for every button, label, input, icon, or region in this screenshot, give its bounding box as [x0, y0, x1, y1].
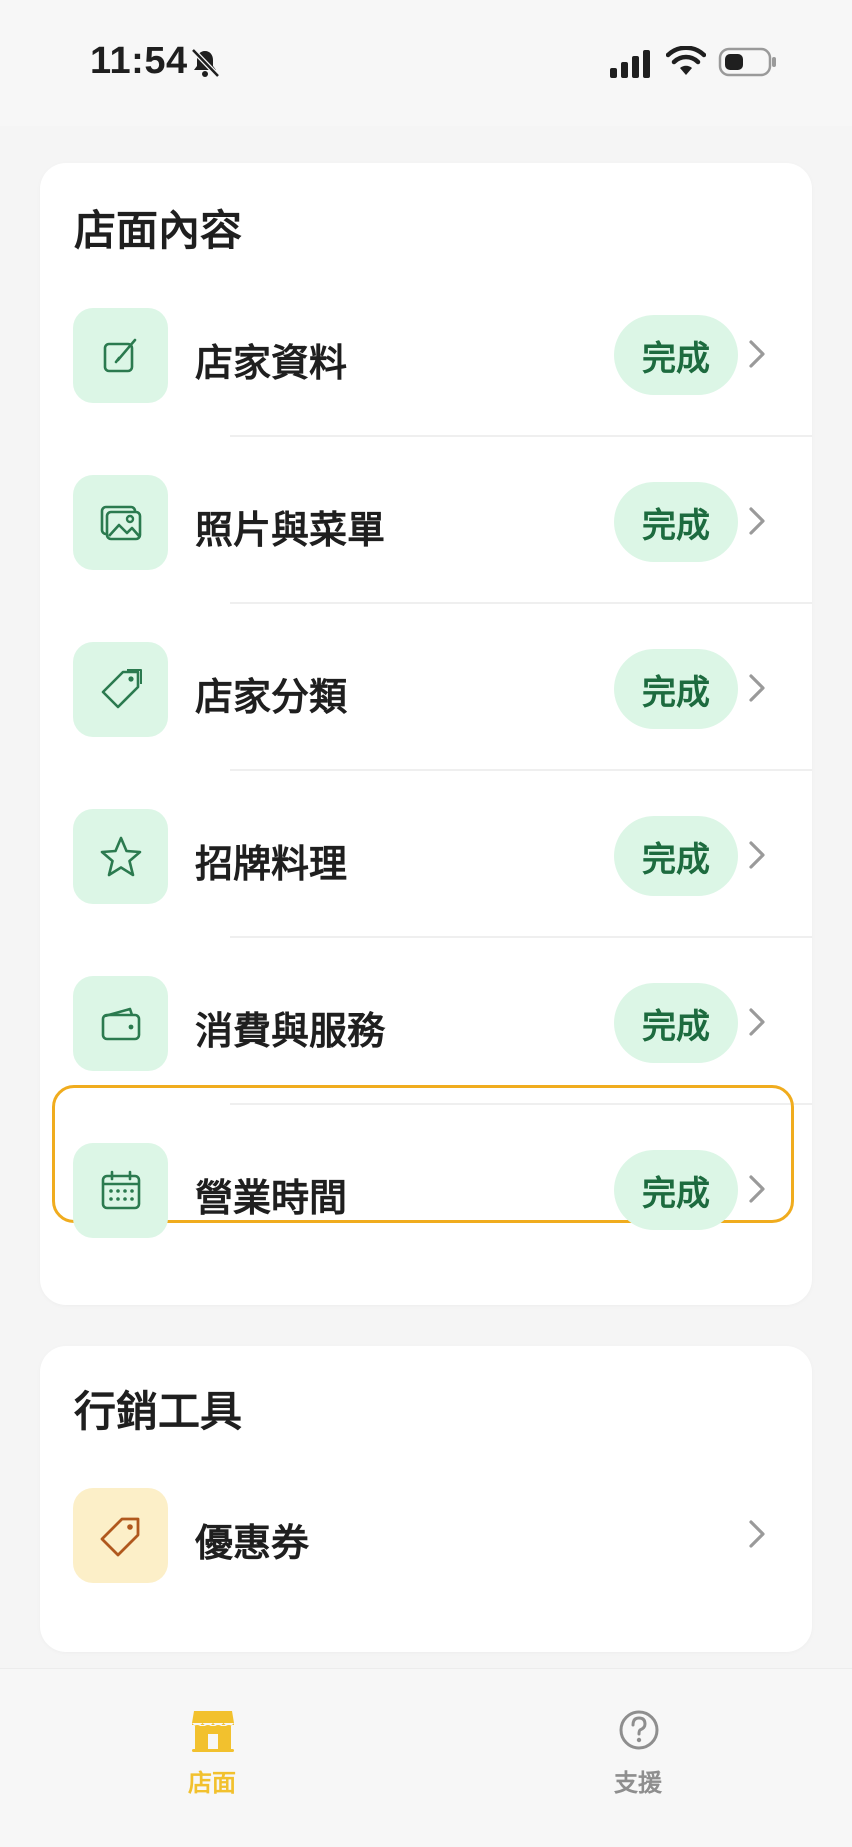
cellular-signal-icon — [610, 50, 650, 78]
bottom-tab-bar: 店面 支援 — [0, 1668, 852, 1847]
chevron-right-icon — [749, 1008, 765, 1036]
row-label: 招牌料理 — [195, 842, 348, 886]
row-store-info[interactable]: 店家資料 完成 — [40, 266, 812, 432]
chevron-right-icon — [749, 340, 765, 368]
tile-photo — [73, 475, 168, 570]
edit-icon — [103, 338, 136, 372]
row-photos-menu[interactable]: 照片與菜單 完成 — [40, 433, 812, 599]
tile-tag — [73, 642, 168, 737]
row-label: 店家資料 — [195, 341, 348, 385]
status-time: 11:54 — [90, 40, 188, 82]
chevron-right-icon — [749, 1175, 765, 1203]
status-badge: 完成 — [614, 649, 738, 729]
tab-support[interactable]: 支援 — [538, 1669, 738, 1809]
tab-label: 支援 — [614, 1769, 662, 1797]
row-spending-services[interactable]: 消費與服務 完成 — [40, 934, 812, 1100]
chevron-right-icon — [749, 1520, 765, 1548]
calendar-icon — [101, 1170, 140, 1209]
row-label: 優惠券 — [195, 1521, 310, 1565]
section-title-marketing: 行銷工具 — [74, 1387, 243, 1436]
status-badge: 完成 — [614, 482, 738, 562]
row-signature-dishes[interactable]: 招牌料理 完成 — [40, 767, 812, 933]
battery-icon — [718, 47, 776, 77]
chevron-right-icon — [749, 507, 765, 535]
chevron-right-icon — [749, 841, 765, 869]
wifi-icon — [666, 46, 706, 75]
bell-muted-icon — [191, 48, 220, 78]
row-coupons[interactable]: 優惠券 — [40, 1446, 812, 1612]
tag-icon — [101, 668, 142, 708]
marketing-tools-card: 行銷工具 優惠券 — [40, 1346, 812, 1652]
star-icon — [100, 836, 141, 876]
status-bar: 11:54 — [0, 0, 852, 126]
section-title-store-content: 店面內容 — [74, 206, 243, 255]
store-content-card: 店面內容 店家資料 完成 照片與菜單 完成 店家分類 完成 招牌料理 完成 消費… — [40, 163, 812, 1305]
tab-store[interactable]: 店面 — [112, 1669, 312, 1809]
status-badge: 完成 — [614, 1150, 738, 1230]
row-business-hours[interactable]: 營業時間 完成 — [40, 1085, 812, 1267]
tile-edit — [73, 308, 168, 403]
store-icon — [192, 1711, 234, 1752]
status-badge: 完成 — [614, 983, 738, 1063]
status-badge: 完成 — [614, 315, 738, 395]
row-label: 消費與服務 — [195, 1009, 386, 1053]
tile-calendar — [73, 1143, 168, 1238]
photo-icon — [100, 505, 141, 540]
wallet-icon — [101, 1007, 140, 1040]
coupon-icon — [100, 1517, 139, 1556]
status-badge: 完成 — [614, 816, 738, 896]
row-label: 照片與菜單 — [195, 508, 386, 552]
chevron-right-icon — [749, 674, 765, 702]
help-icon — [619, 1710, 659, 1750]
tile-star — [73, 809, 168, 904]
tab-label: 店面 — [188, 1769, 236, 1797]
row-label: 營業時間 — [195, 1176, 348, 1220]
tile-wallet — [73, 976, 168, 1071]
row-label: 店家分類 — [195, 675, 348, 719]
row-store-category[interactable]: 店家分類 完成 — [40, 600, 812, 766]
tile-coupon — [73, 1488, 168, 1583]
